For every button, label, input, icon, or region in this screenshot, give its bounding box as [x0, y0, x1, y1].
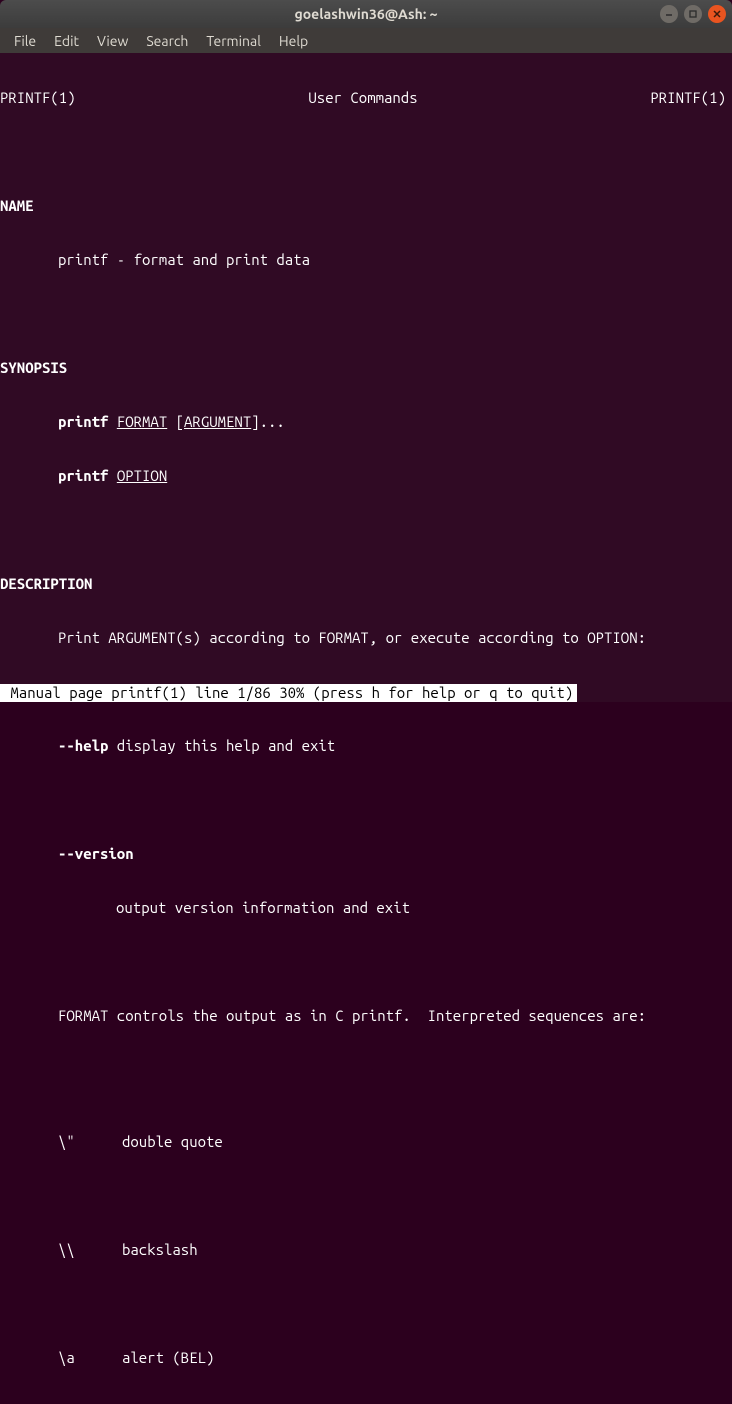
format-intro: FORMAT controls the output as in C print… — [0, 1007, 732, 1025]
seq-code: \a — [58, 1349, 122, 1367]
man-header-row: PRINTF(1) User Commands PRINTF(1) — [0, 89, 732, 107]
opt-version-text: output version information and exit — [0, 899, 732, 917]
menu-help[interactable]: Help — [271, 31, 316, 51]
seq-desc: double quote — [122, 1133, 223, 1151]
section-description-heading: DESCRIPTION — [0, 575, 732, 593]
opt-help-text: display this help and exit — [108, 737, 335, 754]
section-synopsis-heading: SYNOPSIS — [0, 359, 732, 377]
synopsis-line-2: printf OPTION — [0, 467, 732, 485]
window-controls — [660, 5, 726, 23]
synopsis-cmd: printf — [58, 413, 108, 430]
synopsis-line-1: printf FORMAT [ARGUMENT]... — [0, 413, 732, 431]
man-header-left: PRINTF(1) — [0, 89, 76, 107]
seq-code: \" — [58, 1133, 122, 1151]
seq-row: \aalert (BEL) — [0, 1349, 732, 1367]
menu-file[interactable]: File — [6, 31, 44, 51]
desc-line-1: Print ARGUMENT(s) according to FORMAT, o… — [0, 629, 732, 647]
window-titlebar: goelashwin36@Ash: ~ — [0, 0, 732, 28]
option-help: --help display this help and exit — [0, 737, 732, 755]
seq-desc: alert (BEL) — [122, 1349, 214, 1367]
section-name-heading: NAME — [0, 197, 732, 215]
close-icon[interactable] — [708, 5, 726, 23]
maximize-icon[interactable] — [684, 5, 702, 23]
seq-row: \"double quote — [0, 1133, 732, 1151]
man-header-center: User Commands — [308, 89, 417, 107]
window-title: goelashwin36@Ash: ~ — [0, 6, 732, 22]
synopsis-option: OPTION — [117, 467, 167, 484]
seq-code: \\ — [58, 1241, 122, 1259]
synopsis-format: FORMAT — [117, 413, 167, 430]
man-status-line: Manual page printf(1) line 1/86 30% (pre… — [0, 684, 577, 702]
minimize-icon[interactable] — [660, 5, 678, 23]
menubar: File Edit View Search Terminal Help — [0, 28, 732, 53]
name-body: printf - format and print data — [0, 251, 732, 269]
menu-view[interactable]: View — [89, 31, 136, 51]
menu-search[interactable]: Search — [138, 31, 196, 51]
terminal-viewport[interactable]: PRINTF(1) User Commands PRINTF(1) NAME p… — [0, 53, 732, 702]
seq-row: \\backslash — [0, 1241, 732, 1259]
man-header-right: PRINTF(1) — [650, 89, 726, 107]
synopsis-argument: ARGUMENT — [184, 413, 251, 430]
seq-desc: backslash — [122, 1241, 198, 1259]
menu-terminal[interactable]: Terminal — [198, 31, 269, 51]
opt-help-flag: --help — [58, 737, 108, 754]
synopsis-cmd: printf — [58, 467, 108, 484]
menu-edit[interactable]: Edit — [46, 31, 87, 51]
opt-version-flag: --version — [0, 845, 732, 863]
